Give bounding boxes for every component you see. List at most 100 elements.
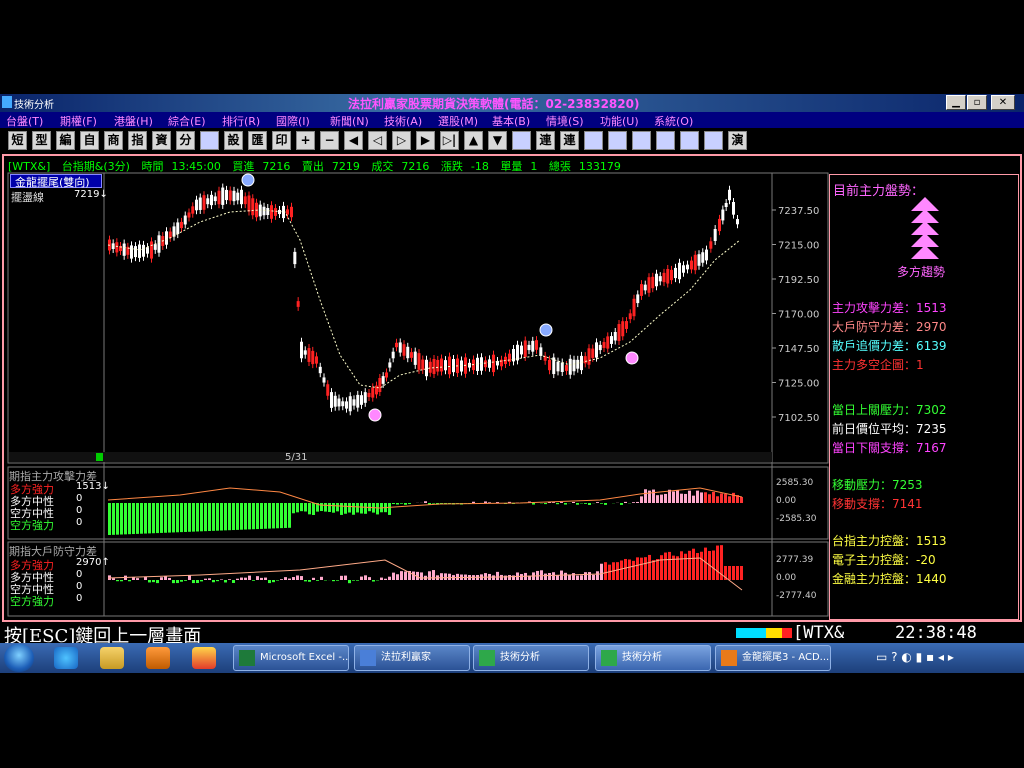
candle-body <box>330 392 333 408</box>
taskbar-task-4[interactable]: 金龍擺尾3 - ACD... <box>715 645 831 671</box>
time-scrollbar[interactable] <box>9 452 772 462</box>
status-color-strip-yellow <box>766 628 782 638</box>
stat-levels-2: 當日下關支撐：7167 <box>832 439 947 456</box>
attack-bar <box>200 503 203 532</box>
attack-bar <box>220 503 223 531</box>
stat-stats-3: 主力多空企圖：1 <box>832 356 924 373</box>
price-tick-label: 7237.50 <box>778 206 819 217</box>
task-label: 技術分析 <box>622 652 662 663</box>
defense-bar <box>196 580 199 584</box>
defense_panel-row-value: 0 <box>76 593 83 604</box>
candle-body <box>398 342 402 353</box>
candle-body <box>523 340 527 358</box>
attack-bar <box>312 503 315 515</box>
stat-label: 移動壓力： <box>832 478 893 492</box>
candle-body <box>602 342 606 348</box>
scrollbar-thumb[interactable] <box>96 453 103 461</box>
attack-bar <box>304 503 307 512</box>
stat-value: 1513 <box>916 534 947 548</box>
attack-bar <box>196 503 199 532</box>
candle-body <box>352 399 356 406</box>
taskbar-task-3[interactable]: 技術分析 <box>595 645 711 671</box>
defense-bar <box>296 575 299 580</box>
defense-bar <box>576 575 579 580</box>
attack-bar <box>364 503 367 514</box>
candle-body <box>221 187 225 205</box>
candle-body <box>385 372 388 378</box>
attack-bar <box>268 503 271 529</box>
defense-bar <box>288 578 291 580</box>
attack-bar <box>240 503 243 530</box>
defense-bar <box>520 574 523 580</box>
attack-bar <box>560 502 563 503</box>
bull-trend-arrows-icon <box>911 197 939 259</box>
app-icon[interactable] <box>192 647 216 669</box>
taskbar-task-1[interactable]: 法拉利贏家 <box>354 645 470 671</box>
attack-bar <box>112 503 115 535</box>
taskbar-task-2[interactable]: 技術分析 <box>473 645 589 671</box>
attack-bar <box>332 503 335 513</box>
candle-body <box>388 362 392 368</box>
candle-body <box>724 202 728 208</box>
defense-bar <box>656 559 659 580</box>
attack-bar <box>360 503 363 514</box>
candle-body <box>736 219 739 225</box>
candle-body <box>146 247 149 254</box>
attack_panel-tick-label: 0.00 <box>776 496 796 506</box>
candle-body <box>625 321 628 329</box>
defense-bar <box>392 572 395 580</box>
candle-body <box>576 359 580 369</box>
attack-bar <box>192 503 195 532</box>
start-button[interactable] <box>4 644 34 672</box>
candle-body <box>527 344 531 351</box>
defense-bar <box>676 556 679 580</box>
defense-bar <box>652 560 655 580</box>
candle-body <box>674 267 677 279</box>
defense-bar <box>268 580 271 584</box>
attack-bar <box>164 503 167 533</box>
defense-bar <box>644 557 647 580</box>
stat-value: 2970 <box>916 320 947 334</box>
defense-bar <box>660 555 663 580</box>
defense-bar <box>740 566 743 580</box>
candle-body <box>666 268 670 284</box>
stat-label: 金融主力控盤： <box>832 572 917 586</box>
stat-levels-1: 前日價位平均：7235 <box>832 420 947 437</box>
attack-bar <box>208 503 211 531</box>
defense-bar <box>456 573 459 580</box>
taskbar-task-0[interactable]: Microsoft Excel -... <box>233 645 349 671</box>
indicator-title-box[interactable]: 金龍擺尾(雙向) <box>10 174 102 189</box>
candle-body <box>428 361 432 373</box>
defense-bar <box>552 572 555 580</box>
tray-icons[interactable]: ▭ ? ◐ ▮ ▪ ◂ ▸ <box>876 650 954 664</box>
candle-body <box>303 350 307 355</box>
defense-bar <box>732 566 735 580</box>
stat-label: 電子主力控盤： <box>832 553 917 567</box>
candle-body <box>138 244 141 258</box>
candle-body <box>402 344 406 356</box>
attack-bar <box>600 503 603 504</box>
defense-bar <box>440 573 443 580</box>
defense-bar <box>620 560 623 580</box>
candle-body <box>693 254 697 271</box>
defense-bar <box>696 553 699 580</box>
attack-bar <box>184 503 187 532</box>
defense-bar <box>544 573 547 580</box>
defense-bar <box>276 580 279 581</box>
stat-value: 7167 <box>916 441 947 455</box>
candle-body <box>520 345 523 355</box>
candle-body <box>300 341 303 359</box>
candle-body <box>709 241 713 249</box>
defense-bar <box>272 580 275 583</box>
candle-body <box>678 262 681 280</box>
defense-bar <box>636 557 639 580</box>
folder-icon[interactable] <box>100 647 124 669</box>
defense-bar <box>364 575 367 580</box>
defense-bar <box>256 576 259 580</box>
candle-body <box>134 246 137 258</box>
defense-bar <box>648 554 651 580</box>
defense-bar <box>548 572 551 580</box>
defense-bar <box>556 575 559 580</box>
media-player-icon[interactable] <box>146 647 170 669</box>
ie-icon[interactable] <box>54 647 78 669</box>
